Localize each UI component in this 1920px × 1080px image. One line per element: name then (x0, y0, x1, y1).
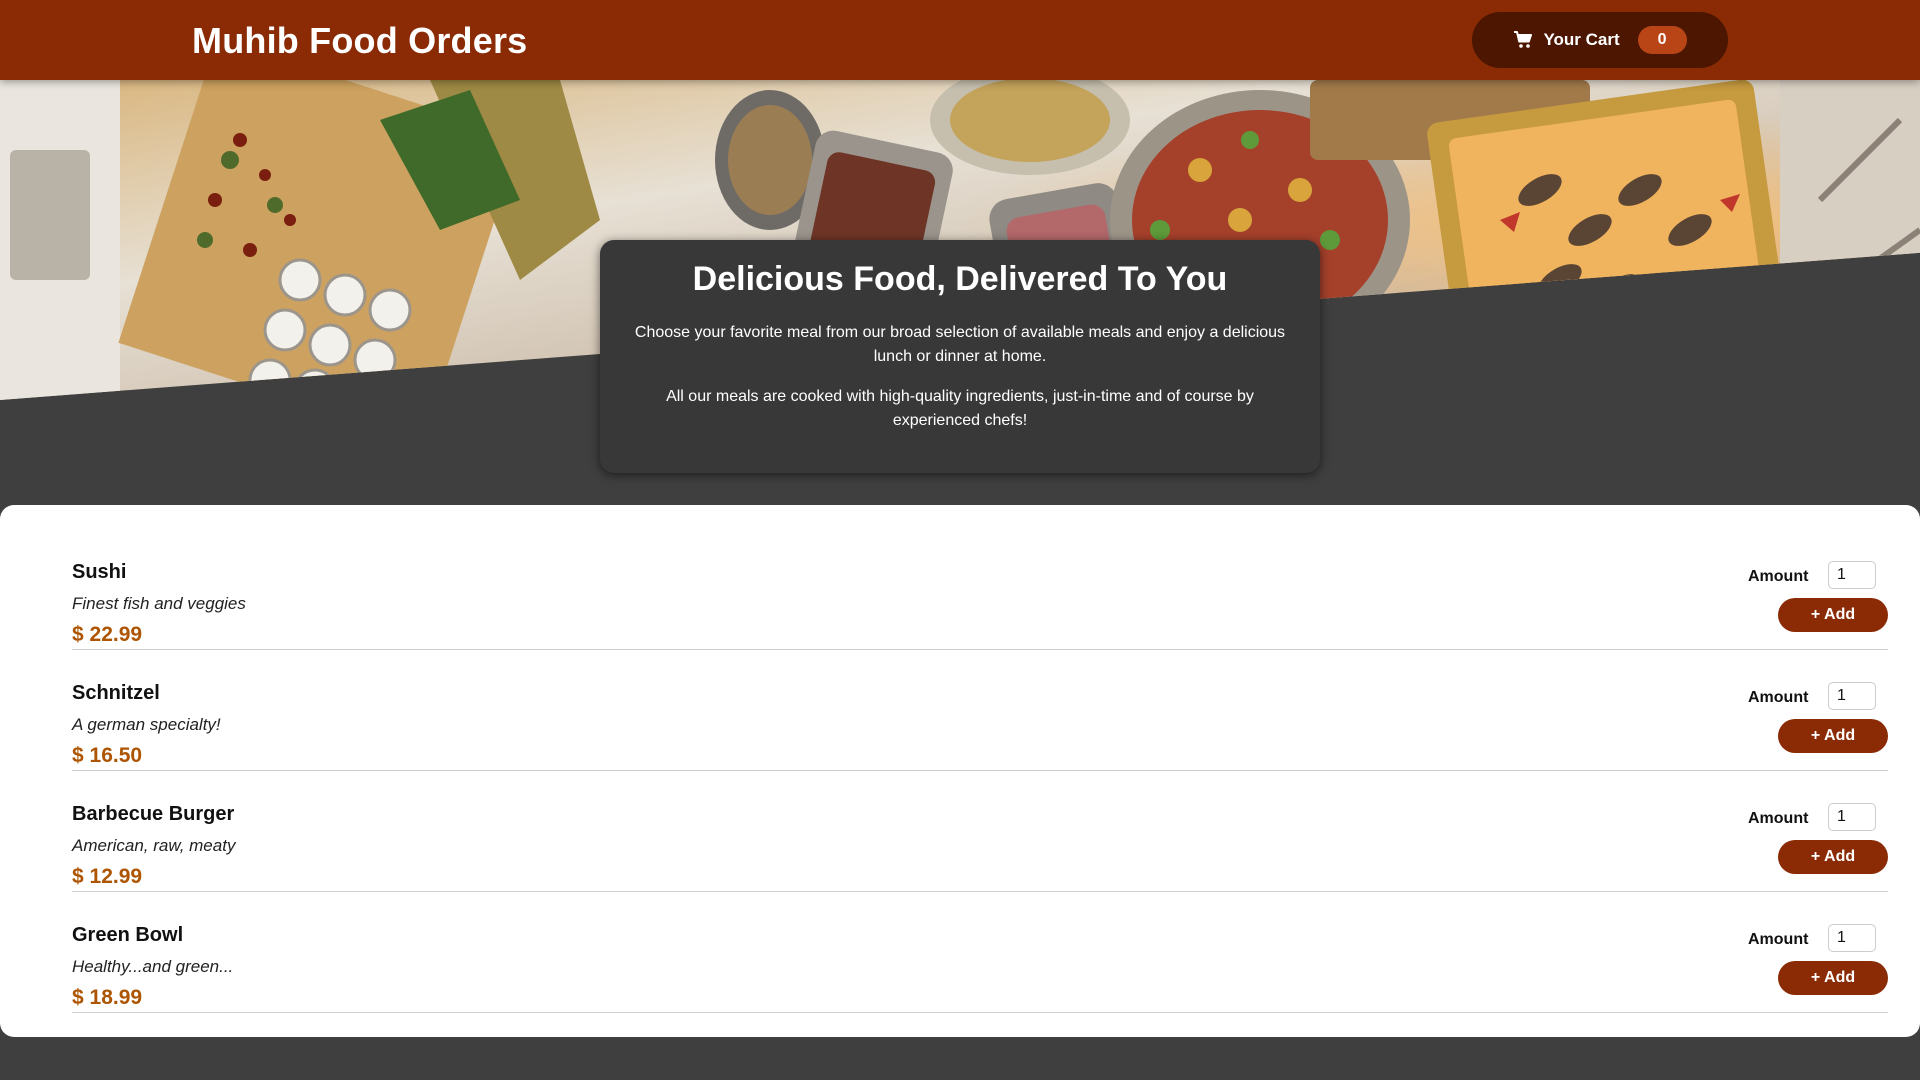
summary-title: Delicious Food, Delivered To You (692, 260, 1228, 298)
meal-name: Green Bowl (72, 924, 184, 946)
summary-paragraph-1: Choose your favorite meal from our broad… (634, 324, 1286, 365)
amount-input[interactable] (1828, 803, 1876, 831)
amount-input[interactable] (1828, 561, 1876, 589)
meal-item: Green Bowl Healthy...and green... $ 18.9… (72, 892, 1888, 1013)
cart-icon (1513, 30, 1533, 50)
amount-label: Amount (1748, 931, 1809, 948)
meal-name: Sushi (72, 561, 127, 583)
meal-item: Schnitzel A german specialty! $ 16.50 Am… (72, 650, 1888, 771)
add-to-cart-button[interactable]: + Add (1778, 840, 1888, 874)
meal-add-form: Amount + Add (1748, 924, 1888, 1004)
meal-name: Barbecue Burger (72, 803, 235, 825)
meals-list: Sushi Finest fish and veggies $ 22.99 Am… (0, 505, 1920, 1037)
meal-description: Finest fish and veggies (72, 594, 246, 613)
summary-paragraph-2: All our meals are cooked with high-quali… (666, 388, 1254, 429)
app-header: Muhib Food Orders Your Cart 0 (0, 0, 1920, 80)
meal-description: A german specialty! (72, 715, 221, 734)
meal-add-form: Amount + Add (1748, 682, 1888, 762)
meal-price: $ 16.50 (72, 744, 143, 767)
meal-description: American, raw, meaty (72, 836, 236, 855)
amount-input[interactable] (1828, 682, 1876, 710)
meal-price: $ 18.99 (72, 986, 143, 1009)
meal-description: Healthy...and green... (72, 957, 234, 976)
meal-price: $ 22.99 (72, 623, 143, 646)
meal-price: $ 12.99 (72, 865, 143, 888)
add-to-cart-button[interactable]: + Add (1778, 961, 1888, 995)
amount-input[interactable] (1828, 924, 1876, 952)
app-title: Muhib Food Orders (192, 20, 528, 61)
meal-item: Barbecue Burger American, raw, meaty $ 1… (72, 771, 1888, 892)
meal-add-form: Amount + Add (1748, 803, 1888, 883)
add-to-cart-button[interactable]: + Add (1778, 719, 1888, 753)
meal-name: Schnitzel (72, 682, 160, 704)
cart-button[interactable]: Your Cart 0 (1472, 12, 1728, 68)
amount-label: Amount (1748, 689, 1809, 706)
amount-label: Amount (1748, 810, 1809, 827)
amount-label: Amount (1748, 568, 1809, 585)
meal-add-form: Amount + Add (1748, 561, 1888, 641)
cart-count-badge: 0 (1637, 26, 1687, 54)
cart-label: Your Cart (1543, 30, 1620, 49)
meal-item: Sushi Finest fish and veggies $ 22.99 Am… (72, 529, 1888, 650)
add-to-cart-button[interactable]: + Add (1778, 598, 1888, 632)
summary-card: Delicious Food, Delivered To You Choose … (600, 240, 1320, 473)
